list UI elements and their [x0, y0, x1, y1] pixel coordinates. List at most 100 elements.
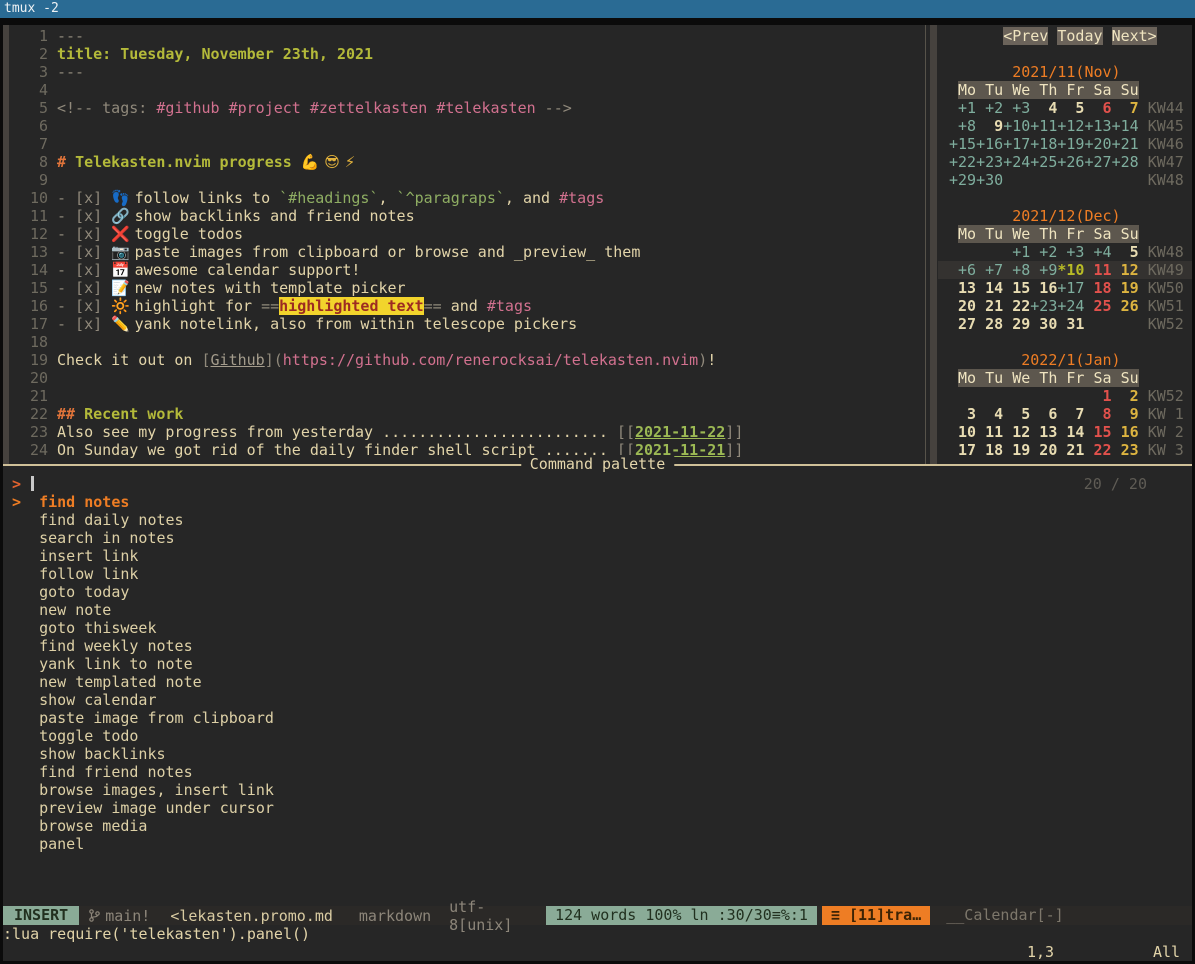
calendar-date[interactable]: 11	[976, 423, 1003, 441]
calendar-date[interactable]: 23	[1112, 441, 1139, 459]
calendar-date[interactable]: 4	[1030, 99, 1057, 117]
calendar-date[interactable]: *10	[1057, 261, 1084, 279]
calendar-date[interactable]: 13	[1030, 423, 1057, 441]
palette-item[interactable]: find daily notes	[12, 511, 932, 529]
palette-item[interactable]: goto thisweek	[12, 619, 932, 637]
palette-item[interactable]: paste image from clipboard	[12, 709, 932, 727]
editor-line[interactable]: 18	[3, 333, 923, 351]
command-line[interactable]: :lua require('telekasten').panel()	[3, 925, 310, 943]
editor-line[interactable]: 19Check it out on [Github](https://githu…	[3, 351, 923, 369]
calendar-date[interactable]: 21	[976, 297, 1003, 315]
calendar-date[interactable]: 5	[1057, 99, 1084, 117]
editor-line[interactable]: 8# Telekasten.nvim progress 💪 😎 ⚡	[3, 153, 923, 171]
editor-line[interactable]: 21	[3, 387, 923, 405]
calendar-date[interactable]: 27	[949, 315, 976, 333]
calendar-date[interactable]: 18	[976, 441, 1003, 459]
calendar-date[interactable]: +12	[1057, 117, 1084, 135]
calendar-date[interactable]: 21	[1057, 441, 1084, 459]
editor-line[interactable]: 14- [x] 📅 awesome calendar support!	[3, 261, 923, 279]
palette-item[interactable]: insert link	[12, 547, 932, 565]
editor-line[interactable]: 1---	[3, 27, 923, 45]
calendar-date[interactable]: +4	[1084, 243, 1111, 261]
calendar-date[interactable]: 22	[1084, 441, 1111, 459]
calendar-date[interactable]: +21	[1112, 135, 1139, 153]
calendar-date[interactable]: +1	[949, 99, 976, 117]
calendar-date[interactable]: 11	[1084, 261, 1111, 279]
calendar-date[interactable]: 9	[1112, 405, 1139, 423]
editor-line[interactable]: 5<!-- tags: #github #project #zettelkast…	[3, 99, 923, 117]
calendar-date[interactable]: +20	[1084, 135, 1111, 153]
calendar-date[interactable]: 30	[1030, 315, 1057, 333]
calendar-date[interactable]: +19	[1057, 135, 1084, 153]
calendar-date[interactable]: +11	[1030, 117, 1057, 135]
calendar-date[interactable]: 14	[1057, 423, 1084, 441]
calendar-today-button[interactable]: Today	[1057, 27, 1102, 45]
calendar-date[interactable]: 5	[1003, 405, 1030, 423]
calendar-date[interactable]: +30	[976, 171, 1003, 189]
palette-item[interactable]: follow link	[12, 565, 932, 583]
palette-prompt[interactable]: >	[3, 475, 1192, 493]
editor-line[interactable]: 20	[3, 369, 923, 387]
calendar-date[interactable]: 8	[1084, 405, 1111, 423]
calendar-date[interactable]: 9	[976, 117, 1003, 135]
calendar-date[interactable]: 28	[976, 315, 1003, 333]
editor-line[interactable]: 4	[3, 81, 923, 99]
calendar-date[interactable]: +25	[1030, 153, 1057, 171]
palette-item[interactable]: browse images, insert link	[12, 781, 932, 799]
calendar-date[interactable]: 16	[1112, 423, 1139, 441]
calendar-date[interactable]: +1	[1003, 243, 1030, 261]
calendar-date[interactable]: +28	[1112, 153, 1139, 171]
editor-buffer[interactable]: 1---2title: Tuesday, November 23th, 2021…	[3, 27, 923, 459]
editor-line[interactable]: 24On Sunday we got rid of the daily find…	[3, 441, 923, 459]
calendar-date[interactable]: +17	[1057, 279, 1084, 297]
palette-item[interactable]: preview image under cursor	[12, 799, 932, 817]
calendar-date[interactable]: 29	[1003, 315, 1030, 333]
calendar-date[interactable]: 19	[1112, 279, 1139, 297]
calendar-date[interactable]: +17	[1003, 135, 1030, 153]
calendar-date[interactable]: +7	[976, 261, 1003, 279]
editor-line[interactable]: 9	[3, 171, 923, 189]
calendar-date[interactable]: 20	[949, 297, 976, 315]
calendar-date[interactable]: 2	[1112, 387, 1139, 405]
calendar-date[interactable]: +14	[1112, 117, 1139, 135]
palette-item[interactable]: browse media	[12, 817, 932, 835]
calendar-next-button[interactable]: Next>	[1112, 27, 1157, 45]
calendar-date[interactable]: 1	[1084, 387, 1111, 405]
editor-line[interactable]: 7	[3, 135, 923, 153]
calendar-date[interactable]: +23	[1030, 297, 1057, 315]
calendar-date[interactable]: +8	[949, 117, 976, 135]
editor-line[interactable]: 6	[3, 117, 923, 135]
calendar-date[interactable]: 18	[1084, 279, 1111, 297]
palette-item[interactable]: show calendar	[12, 691, 932, 709]
calendar-date[interactable]: +3	[1003, 99, 1030, 117]
editor-line[interactable]: 15- [x] 📝 new notes with template picker	[3, 279, 923, 297]
editor-line[interactable]: 3---	[3, 63, 923, 81]
calendar-date[interactable]: +23	[976, 153, 1003, 171]
palette-item[interactable]: search in notes	[12, 529, 932, 547]
editor-line[interactable]: 16- [x] 🔆 highlight for ==highlighted te…	[3, 297, 923, 315]
palette-item[interactable]: show backlinks	[12, 745, 932, 763]
palette-item[interactable]: goto today	[12, 583, 932, 601]
calendar-date[interactable]: 7	[1112, 99, 1139, 117]
calendar-date[interactable]: +22	[949, 153, 976, 171]
calendar-date[interactable]: +3	[1057, 243, 1084, 261]
editor-line[interactable]: 23Also see my progress from yesterday ..…	[3, 423, 923, 441]
palette-item[interactable]: find friend notes	[12, 763, 932, 781]
editor-line[interactable]: 13- [x] 📷 paste images from clipboard or…	[3, 243, 923, 261]
calendar-date[interactable]: +24	[1003, 153, 1030, 171]
palette-item[interactable]: yank link to note	[12, 655, 932, 673]
calendar-date[interactable]: 14	[976, 279, 1003, 297]
calendar-date[interactable]: +8	[1003, 261, 1030, 279]
calendar-date[interactable]: 22	[1003, 297, 1030, 315]
calendar-date[interactable]: 19	[1003, 441, 1030, 459]
calendar-date[interactable]: 5	[1112, 243, 1139, 261]
calendar-date[interactable]: 15	[1003, 279, 1030, 297]
editor-line[interactable]: 17- [x] ✏️ yank notelink, also from with…	[3, 315, 923, 333]
calendar-date[interactable]: 6	[1030, 405, 1057, 423]
palette-item[interactable]: new templated note	[12, 673, 932, 691]
editor-line[interactable]: 22## Recent work	[3, 405, 923, 423]
calendar-date[interactable]: 13	[949, 279, 976, 297]
calendar-date[interactable]: 12	[1112, 261, 1139, 279]
palette-item[interactable]: panel	[12, 835, 932, 853]
palette-item[interactable]: > find notes	[12, 493, 932, 511]
